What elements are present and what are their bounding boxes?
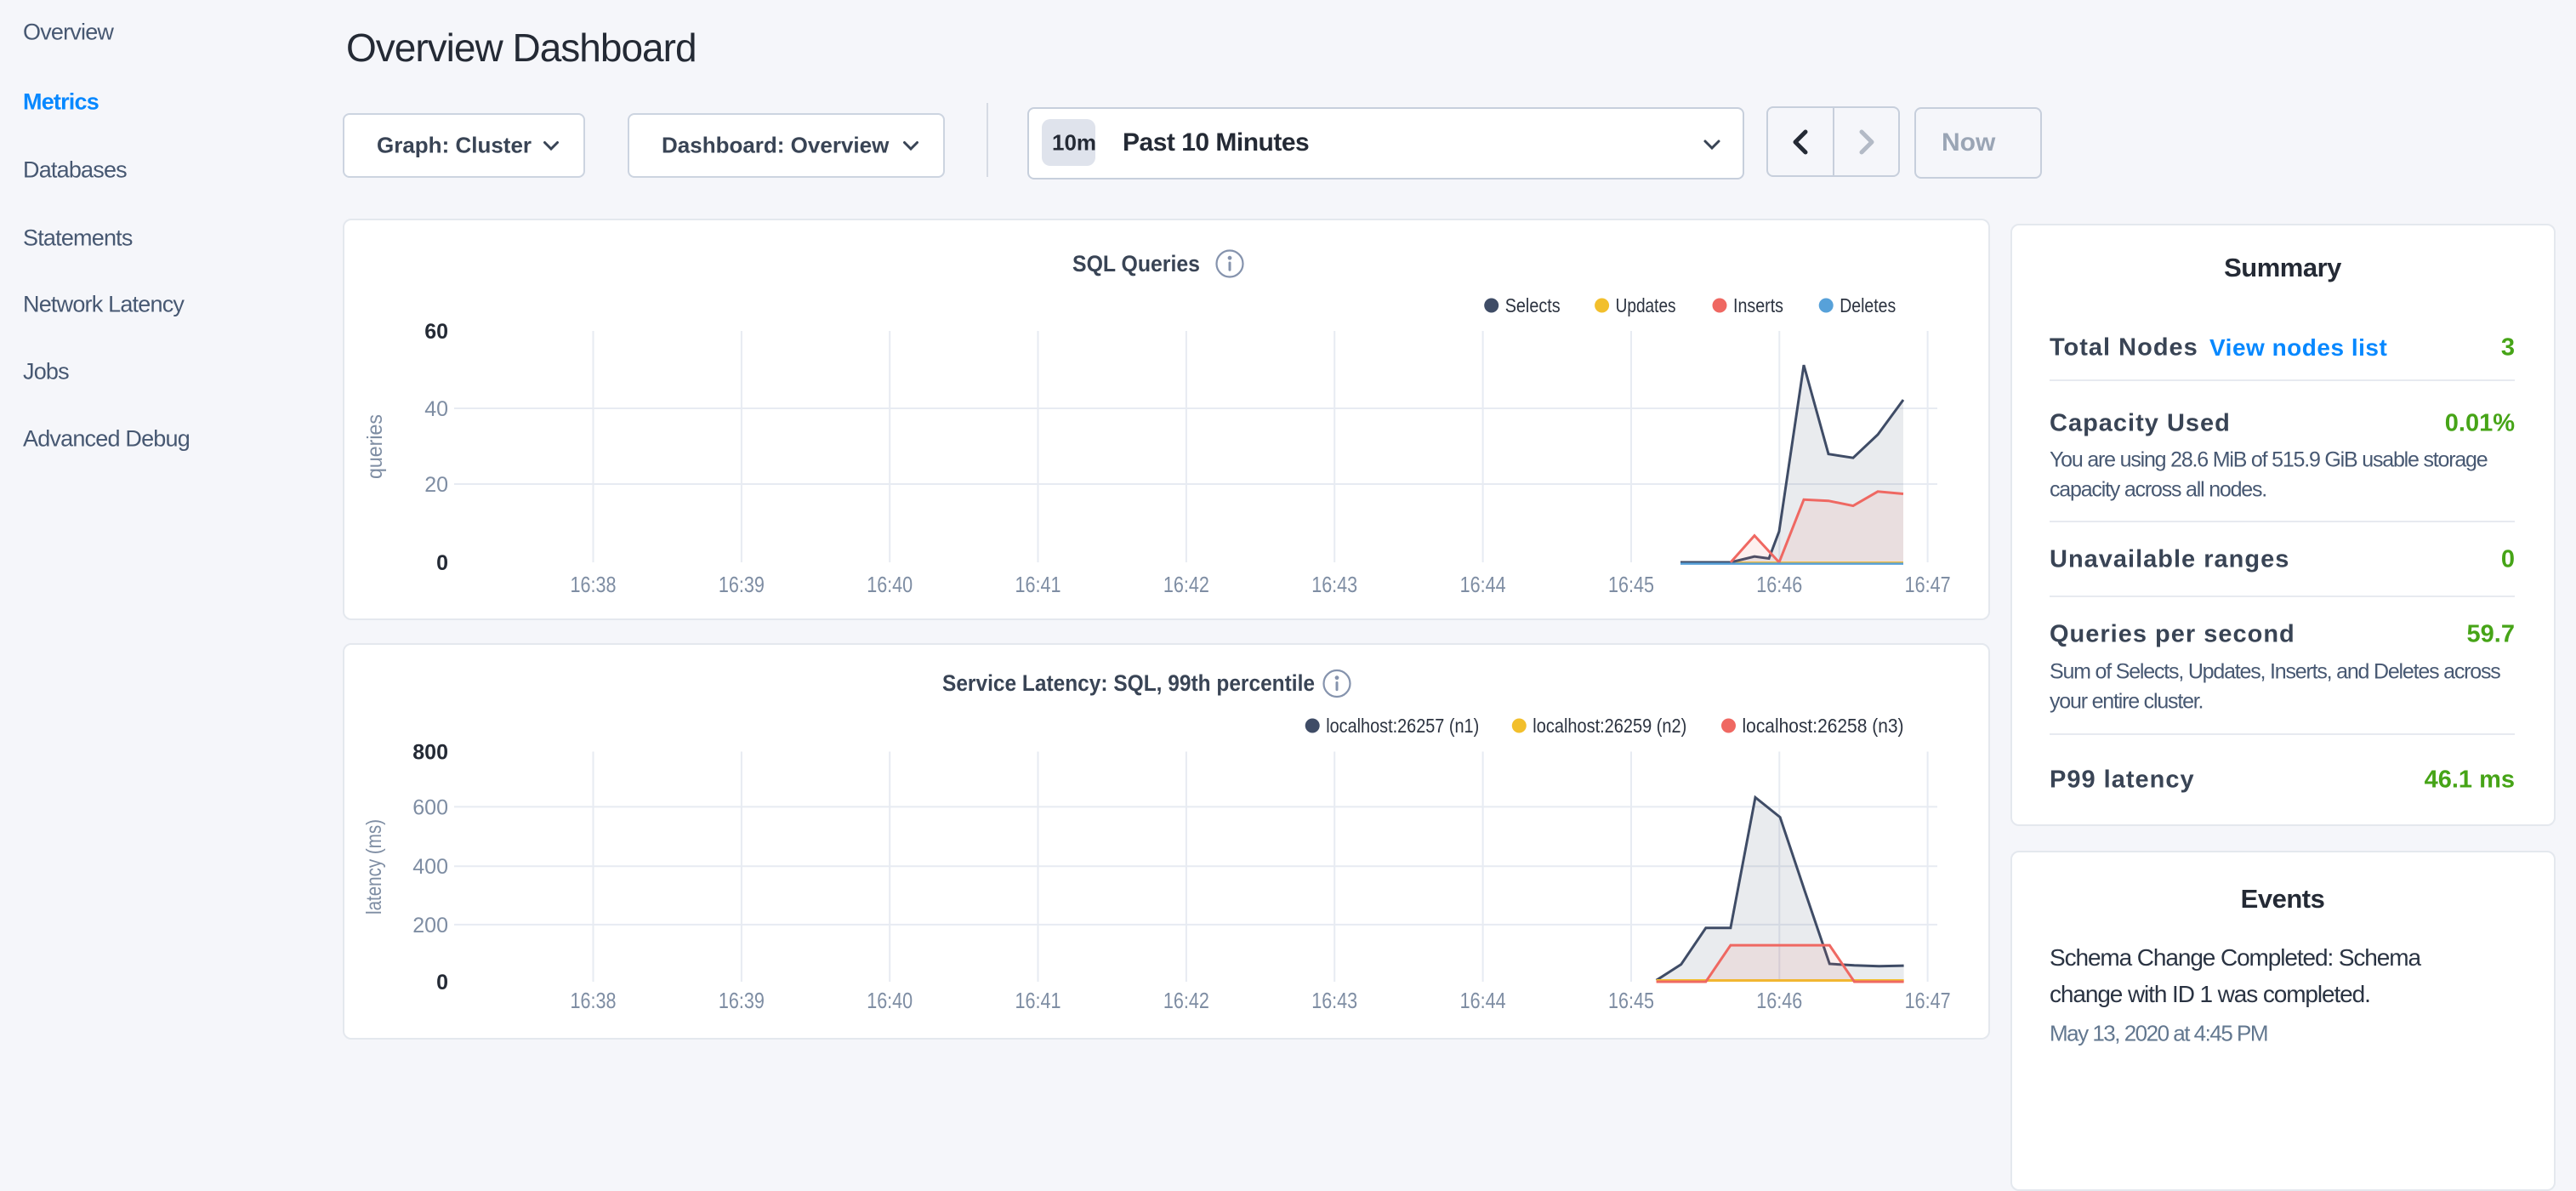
svg-text:latency (ms): latency (ms): [362, 819, 386, 915]
svg-text:16:41: 16:41: [1015, 572, 1061, 597]
svg-text:16:40: 16:40: [867, 988, 913, 1013]
svg-text:localhost:26259 (n2): localhost:26259 (n2): [1533, 715, 1686, 737]
svg-text:queries: queries: [363, 414, 387, 479]
svg-text:Service Latency: SQL, 99th per: Service Latency: SQL, 99th percentile: [942, 670, 1315, 696]
svg-text:localhost:26257 (n1): localhost:26257 (n1): [1326, 715, 1479, 737]
svg-text:16:45: 16:45: [1608, 572, 1654, 597]
svg-text:Deletes: Deletes: [1840, 294, 1896, 316]
svg-text:16:46: 16:46: [1756, 572, 1802, 597]
svg-text:20: 20: [424, 473, 448, 497]
svg-text:16:39: 16:39: [719, 988, 765, 1013]
svg-text:Selects: Selects: [1505, 294, 1561, 316]
svg-text:16:46: 16:46: [1756, 988, 1802, 1013]
svg-text:localhost:26258 (n3): localhost:26258 (n3): [1743, 715, 1904, 737]
svg-text:16:41: 16:41: [1015, 988, 1061, 1013]
svg-text:16:44: 16:44: [1460, 988, 1506, 1013]
svg-text:16:38: 16:38: [571, 572, 617, 597]
svg-text:Updates: Updates: [1616, 294, 1676, 316]
svg-text:16:43: 16:43: [1311, 572, 1357, 597]
svg-text:16:42: 16:42: [1163, 572, 1209, 597]
svg-text:200: 200: [412, 914, 448, 937]
svg-text:0: 0: [436, 551, 448, 575]
svg-text:16:39: 16:39: [719, 572, 765, 597]
svg-text:16:45: 16:45: [1608, 988, 1654, 1013]
svg-text:16:40: 16:40: [867, 572, 913, 597]
svg-text:16:38: 16:38: [571, 988, 617, 1013]
svg-text:16:42: 16:42: [1163, 988, 1209, 1013]
svg-text:400: 400: [412, 855, 448, 879]
svg-text:600: 600: [412, 795, 448, 819]
svg-text:16:43: 16:43: [1311, 988, 1357, 1013]
svg-text:40: 40: [424, 397, 448, 421]
svg-text:SQL Queries: SQL Queries: [1072, 251, 1200, 276]
svg-text:60: 60: [424, 320, 448, 344]
svg-text:16:47: 16:47: [1905, 572, 1951, 597]
svg-text:Inserts: Inserts: [1733, 294, 1783, 316]
svg-text:0: 0: [436, 971, 448, 994]
svg-text:16:44: 16:44: [1460, 572, 1506, 597]
svg-text:800: 800: [412, 741, 448, 765]
svg-text:16:47: 16:47: [1905, 988, 1951, 1013]
